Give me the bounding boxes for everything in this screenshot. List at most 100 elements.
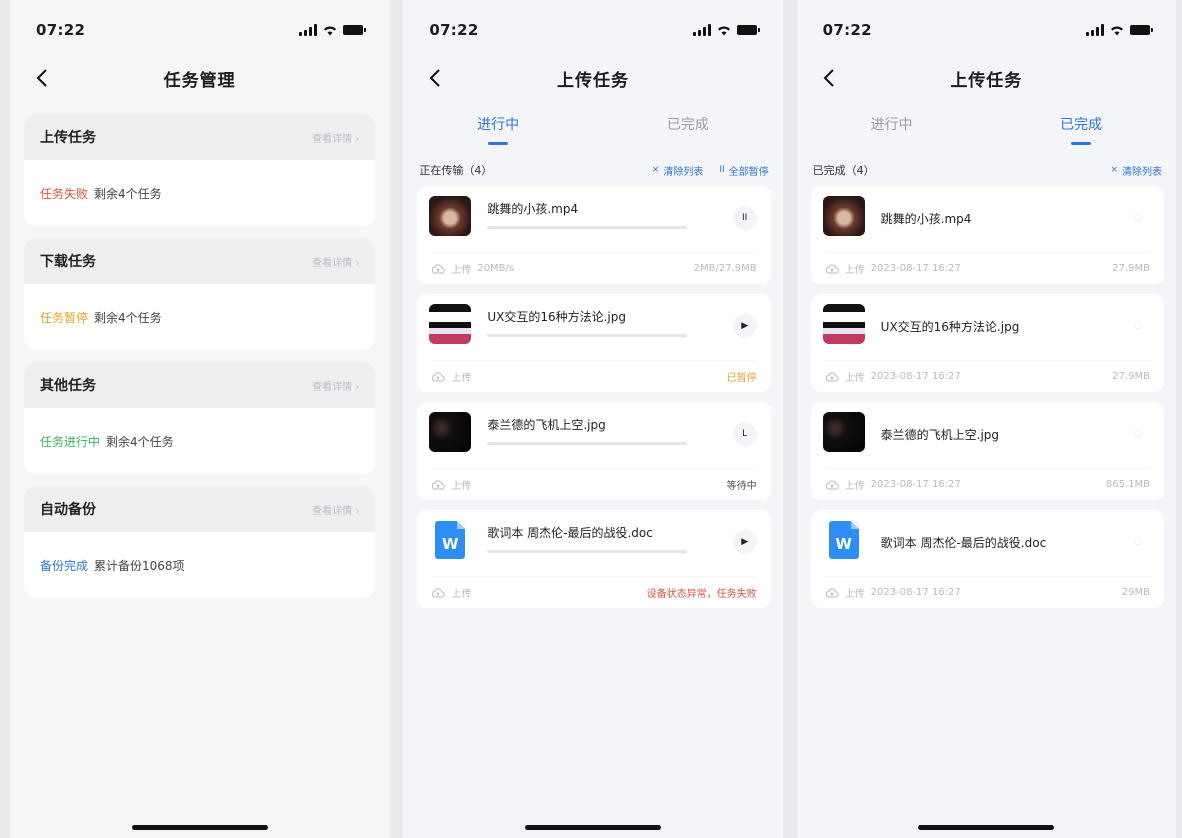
section-header: 正在传输（4） × 清除列表 II 全部暂停: [403, 156, 782, 184]
file-name: 跳舞的小孩.mp4: [487, 202, 579, 216]
video-thumbnail: [822, 196, 865, 236]
section-header: 已完成（4） × 清除列表: [797, 156, 1176, 184]
image-thumbnail: [429, 304, 472, 344]
completed-item[interactable]: W 歌词本 周杰伦-最后的战役.doc ○ 上传 2023-08-17 16:2…: [810, 510, 1164, 608]
home-indicator[interactable]: [131, 825, 268, 830]
image-thumbnail: [429, 412, 472, 452]
battery-icon: [1129, 25, 1153, 35]
view-details-link[interactable]: 查看详情 ›: [312, 130, 359, 145]
file-size: 27.9MB: [1112, 371, 1150, 382]
task-card-download[interactable]: 下载任务 查看详情 › 任务暂停 剩余4个任务: [24, 238, 376, 350]
more-icon[interactable]: ○: [1126, 422, 1150, 446]
transfer-speed: 20MB/s: [477, 263, 515, 274]
status-icons: [692, 24, 760, 36]
progress-bar: [487, 550, 688, 553]
status-bar: 07:22: [797, 0, 1176, 60]
tab-underline: [488, 142, 509, 145]
home-indicator[interactable]: [918, 825, 1055, 830]
video-thumbnail: [429, 196, 472, 236]
file-meta: 上传 2023-08-17 16:27 27.9MB: [824, 252, 1150, 284]
file-name: UX交互的16种方法论.jpg: [487, 310, 626, 324]
transfer-type: 上传: [451, 265, 472, 276]
tab-label: 已完成: [666, 117, 709, 133]
wifi-icon: [323, 25, 337, 36]
transfer-type: 上传: [844, 265, 865, 276]
task-remaining: 剩余4个任务: [94, 310, 162, 325]
transfer-status: 已暂停: [726, 373, 757, 384]
cloud-upload-icon: [825, 371, 839, 381]
home-indicator[interactable]: [524, 825, 661, 830]
back-icon[interactable]: [421, 64, 449, 92]
more-icon[interactable]: ○: [1126, 530, 1150, 554]
signal-icon: [299, 24, 318, 36]
clear-list-button[interactable]: × 清除列表: [652, 163, 704, 178]
completed-item[interactable]: 跳舞的小孩.mp4 ○ 上传 2023-08-17 16:27 27.9MB: [810, 186, 1164, 284]
meta-left: 上传 2023-08-17 16:27: [825, 477, 961, 492]
status-time: 07:22: [36, 21, 86, 39]
task-card-backup[interactable]: 自动备份 查看详情 › 备份完成 累计备份1068项: [24, 486, 376, 598]
waiting-button[interactable]: L: [732, 422, 757, 446]
transfer-item[interactable]: W 歌词本 周杰伦-最后的战役.doc ▶ 上传 设备状态异常，任务失败: [417, 510, 771, 608]
status-icons: [1085, 24, 1153, 36]
word-doc-icon: W: [828, 521, 859, 559]
section-title: 已完成（4）: [812, 164, 875, 177]
completed-item[interactable]: 泰兰德的飞机上空.jpg ○ 上传 2023-08-17 16:27 865.1…: [810, 402, 1164, 500]
more-icon[interactable]: ○: [1126, 314, 1150, 338]
tab-label: 进行中: [870, 117, 913, 133]
task-remaining: 剩余4个任务: [106, 434, 174, 449]
clear-list-label: 清除列表: [1121, 166, 1162, 178]
file-size: 27.9MB: [1112, 263, 1150, 274]
clear-list-button[interactable]: × 清除列表: [1110, 163, 1162, 178]
cloud-upload-icon: [432, 371, 446, 381]
back-icon[interactable]: [28, 64, 56, 92]
transfer-list: 跳舞的小孩.mp4 II 上传 20MB/s 2MB/27.9MB UX交互的1…: [403, 184, 782, 608]
pause-all-label: 全部暂停: [728, 166, 769, 178]
file-size: 29MB: [1121, 587, 1150, 598]
completed-item[interactable]: UX交互的16种方法论.jpg ○ 上传 2023-08-17 16:27 27…: [810, 294, 1164, 392]
transfer-item[interactable]: 泰兰德的飞机上空.jpg L 上传 等待中: [417, 402, 771, 500]
meta-left: 上传: [431, 369, 471, 384]
view-details-link[interactable]: 查看详情 ›: [312, 378, 359, 393]
nav-bar: 上传任务: [403, 60, 782, 96]
image-thumbnail: [822, 304, 865, 344]
file-name: 歌词本 周杰伦-最后的战役.doc: [487, 526, 653, 540]
back-icon[interactable]: [815, 64, 843, 92]
transfer-meta: 上传 20MB/s 2MB/27.9MB: [431, 252, 757, 284]
tab-completed[interactable]: 已完成: [986, 106, 1176, 156]
tab-completed[interactable]: 已完成: [593, 106, 783, 156]
pause-all-button[interactable]: II 全部暂停: [719, 163, 768, 178]
task-card-header: 自动备份 查看详情 ›: [24, 486, 376, 532]
file-size: 865.1MB: [1105, 479, 1150, 490]
page-title: 任务管理: [163, 70, 236, 91]
transfer-type: 上传: [451, 481, 472, 492]
tab-in-progress[interactable]: 进行中: [403, 106, 593, 156]
task-card-title: 自动备份: [40, 502, 96, 518]
play-button[interactable]: ▶: [732, 530, 757, 554]
file-name: 泰兰德的飞机上空.jpg: [487, 418, 606, 432]
pause-button[interactable]: II: [732, 206, 757, 230]
task-card-upload[interactable]: 上传任务 查看详情 › 任务失败 剩余4个任务: [24, 114, 376, 226]
status-time: 07:22: [822, 21, 872, 39]
section-title: 正在传输（4）: [419, 164, 493, 177]
completed-date: 2023-08-17 16:27: [870, 371, 961, 382]
status-bar: 07:22: [10, 0, 389, 60]
section-actions: × 清除列表 II 全部暂停: [652, 163, 769, 178]
transfer-meta: 上传 等待中: [431, 468, 757, 500]
transfer-item[interactable]: UX交互的16种方法论.jpg ▶ 上传 已暂停: [417, 294, 771, 392]
meta-left: 上传 2023-08-17 16:27: [825, 585, 961, 600]
task-card-other[interactable]: 其他任务 查看详情 › 任务进行中 剩余4个任务: [24, 362, 376, 474]
view-details-link[interactable]: 查看详情 ›: [312, 254, 359, 269]
pause-icon: II: [719, 165, 725, 175]
task-card-body: 任务暂停 剩余4个任务: [24, 284, 375, 350]
task-status: 任务失败: [40, 186, 89, 201]
progress-bar: [487, 226, 688, 229]
transfer-item[interactable]: 跳舞的小孩.mp4 II 上传 20MB/s 2MB/27.9MB: [417, 186, 771, 284]
view-details-link[interactable]: 查看详情 ›: [312, 502, 359, 517]
play-button[interactable]: ▶: [732, 314, 757, 338]
upload-in-progress-screen: 07:22 上传任务 进行中 已完成 正在传输（4） × 清除列表 II 全部暂…: [403, 0, 783, 838]
meta-left: 上传: [431, 585, 471, 600]
tab-in-progress[interactable]: 进行中: [797, 106, 987, 156]
file-name: UX交互的16种方法论.jpg: [880, 320, 1020, 334]
more-icon[interactable]: ○: [1126, 206, 1150, 230]
transfer-size: 2MB/27.9MB: [693, 263, 757, 274]
